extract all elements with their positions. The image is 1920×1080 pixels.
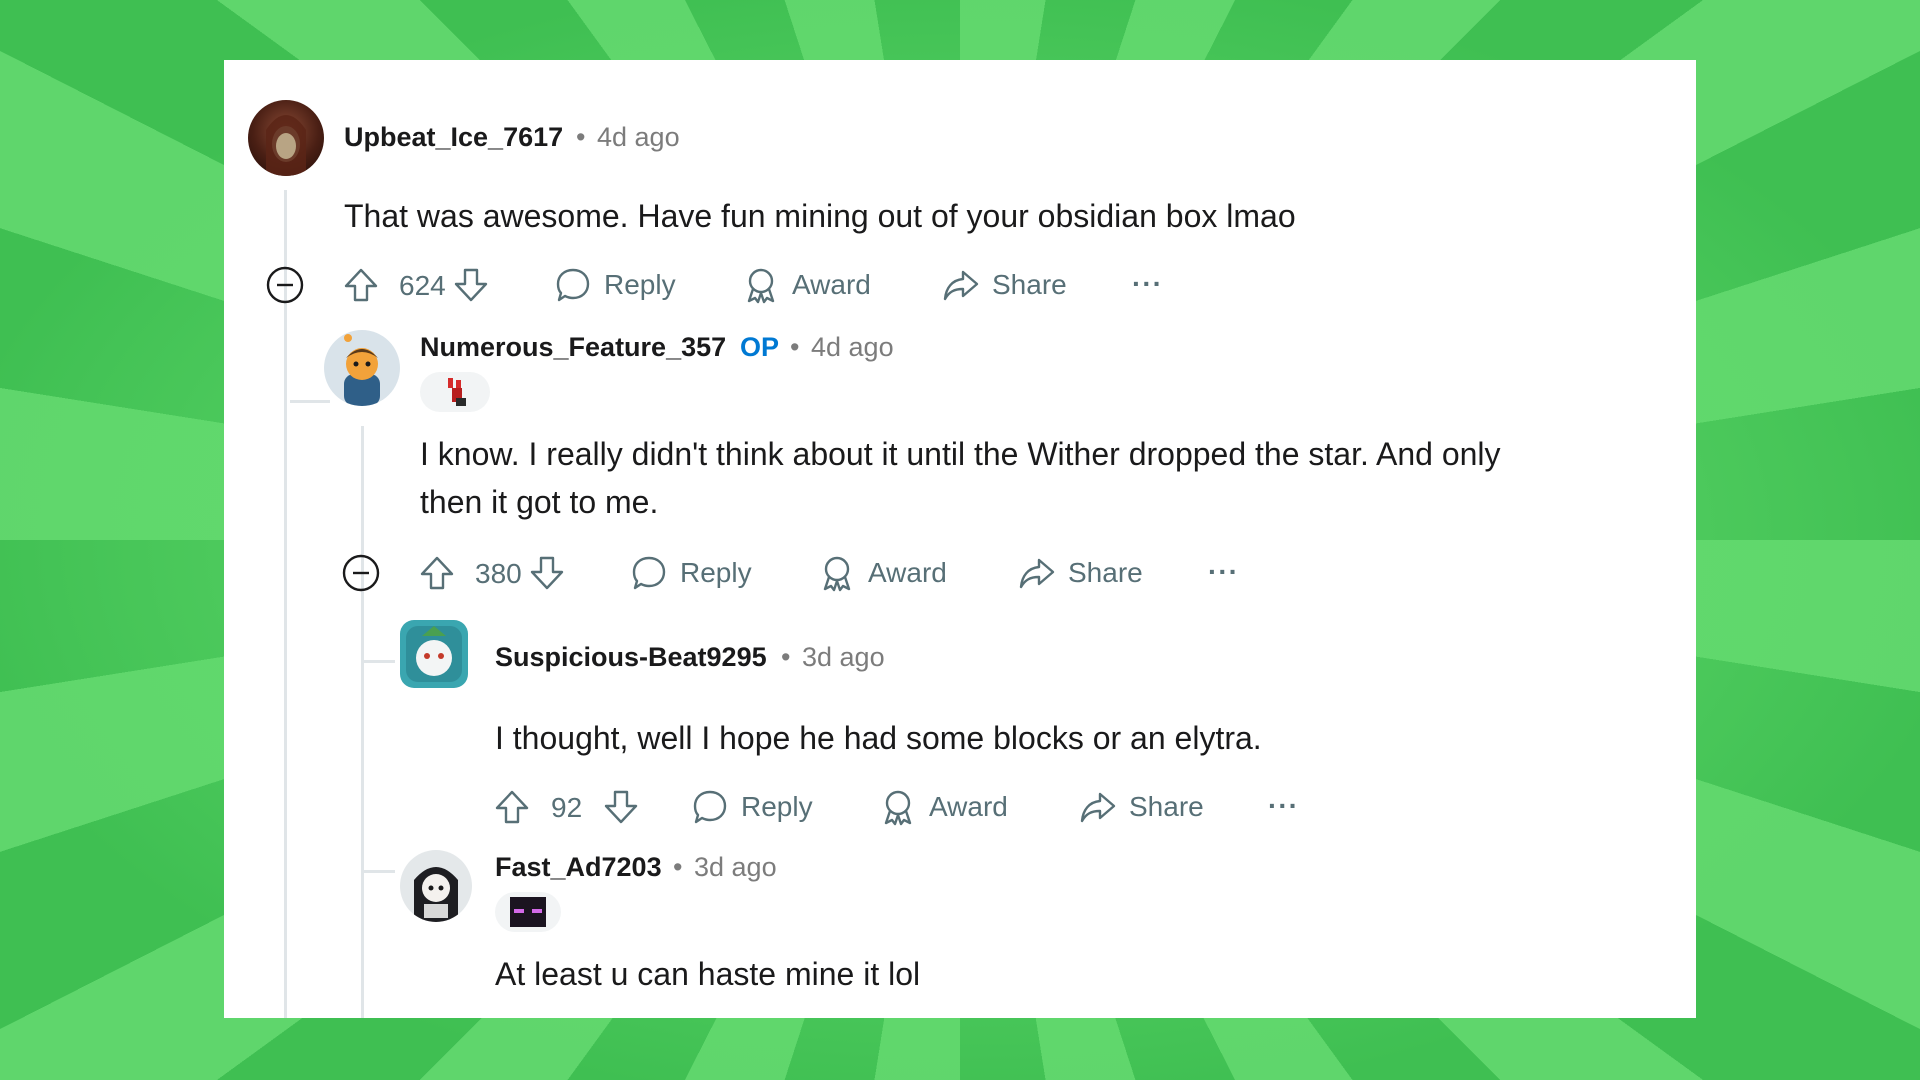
thread-branch-connector — [361, 870, 395, 873]
award-ribbon-icon — [884, 790, 912, 826]
user-flair — [495, 892, 561, 932]
reply-bubble-icon — [632, 556, 666, 590]
share-arrow-icon — [1080, 792, 1116, 823]
comment-timestamp[interactable]: 3d ago — [694, 852, 777, 883]
meta-separator: • — [673, 852, 683, 882]
award-label: Award — [929, 791, 1008, 822]
share-button[interactable]: Share — [1018, 554, 1143, 592]
vote-count: 380 — [475, 558, 522, 589]
creature-avatar-icon — [406, 626, 462, 682]
downvote-button[interactable] — [528, 554, 566, 597]
thread-line-level2[interactable] — [361, 426, 364, 1018]
reply-bubble-icon — [693, 790, 727, 824]
reply-label: Reply — [741, 791, 813, 822]
flair-image-icon — [448, 378, 466, 406]
meta-separator: • — [790, 332, 800, 362]
downvote-arrow-icon — [530, 556, 564, 590]
avatar[interactable] — [324, 330, 400, 406]
reply-button[interactable]: Reply — [554, 266, 676, 304]
thread-branch-connector — [361, 660, 395, 663]
more-options-button[interactable]: ··· — [1132, 268, 1163, 300]
comment-thread-card: Upbeat_Ice_7617 • 4d ago That was awesom… — [224, 60, 1696, 1018]
comment-body: That was awesome. Have fun mining out of… — [344, 198, 1296, 234]
share-button[interactable]: Share — [942, 266, 1067, 304]
comment-timestamp[interactable]: 4d ago — [811, 332, 894, 363]
reply-label: Reply — [680, 557, 752, 588]
collapse-minus-icon — [266, 266, 304, 304]
award-label: Award — [792, 269, 871, 300]
comment-timestamp[interactable]: 4d ago — [597, 122, 680, 153]
more-options-button[interactable]: ··· — [1208, 556, 1239, 588]
reply-label: Reply — [604, 269, 676, 300]
enderman-flair-icon — [510, 897, 546, 927]
upvote-arrow-icon — [495, 790, 529, 824]
comment-timestamp[interactable]: 3d ago — [802, 642, 885, 673]
downvote-button[interactable] — [452, 266, 490, 309]
upvote-button[interactable] — [342, 266, 380, 309]
upvote-button[interactable] — [418, 554, 456, 597]
share-arrow-icon — [943, 270, 979, 301]
meta-separator: • — [576, 122, 586, 152]
share-label: Share — [992, 269, 1067, 300]
downvote-arrow-icon — [604, 790, 638, 824]
upvote-arrow-icon — [420, 556, 454, 590]
snoo-avatar-icon — [344, 334, 380, 406]
share-arrow-icon — [1019, 558, 1055, 589]
meta-separator: • — [781, 642, 791, 672]
share-label: Share — [1068, 557, 1143, 588]
more-options-button[interactable]: ··· — [1268, 790, 1299, 822]
op-badge: OP — [740, 332, 780, 362]
thread-line-level3-branch — [290, 400, 330, 403]
comment-author[interactable]: Fast_Ad7203 — [495, 852, 662, 883]
collapse-button[interactable] — [266, 266, 304, 309]
comment-body: At least u can haste mine it lol — [495, 956, 921, 992]
reply-button[interactable]: Reply — [630, 554, 752, 592]
award-ribbon-icon — [823, 556, 851, 592]
gothic-snoo-avatar-icon — [414, 867, 458, 922]
avatar[interactable] — [400, 620, 468, 688]
upvote-arrow-icon — [344, 268, 378, 302]
downvote-arrow-icon — [454, 268, 488, 302]
award-label: Award — [868, 557, 947, 588]
comment-body: I thought, well I hope he had some block… — [495, 720, 1262, 756]
avatar[interactable] — [248, 100, 324, 176]
reply-bubble-icon — [556, 268, 590, 302]
user-flair — [420, 372, 490, 412]
vote-count: 624 — [399, 270, 446, 301]
award-button[interactable]: Award — [879, 788, 1008, 826]
avatar[interactable] — [400, 850, 472, 922]
comment-author[interactable]: Upbeat_Ice_7617 — [344, 122, 563, 153]
collapse-minus-icon — [342, 554, 380, 592]
reply-button[interactable]: Reply — [691, 788, 813, 826]
collapse-button[interactable] — [342, 554, 380, 597]
award-button[interactable]: Award — [818, 554, 947, 592]
comment-body-line2: then it got to me. — [420, 484, 659, 520]
share-label: Share — [1129, 791, 1204, 822]
thread-line-level1[interactable] — [284, 190, 287, 1018]
award-ribbon-icon — [747, 268, 775, 304]
vote-count: 92 — [551, 792, 583, 823]
hooded-figure-avatar-icon — [266, 115, 306, 176]
upvote-button[interactable] — [493, 788, 531, 831]
share-button[interactable]: Share — [1079, 788, 1204, 826]
comment-author[interactable]: Numerous_Feature_357 — [420, 332, 726, 363]
downvote-button[interactable] — [602, 788, 640, 831]
comment-author[interactable]: Suspicious-Beat9295 — [495, 642, 767, 673]
award-button[interactable]: Award — [742, 266, 871, 304]
comment-body-line1: I know. I really didn't think about it u… — [420, 436, 1501, 472]
